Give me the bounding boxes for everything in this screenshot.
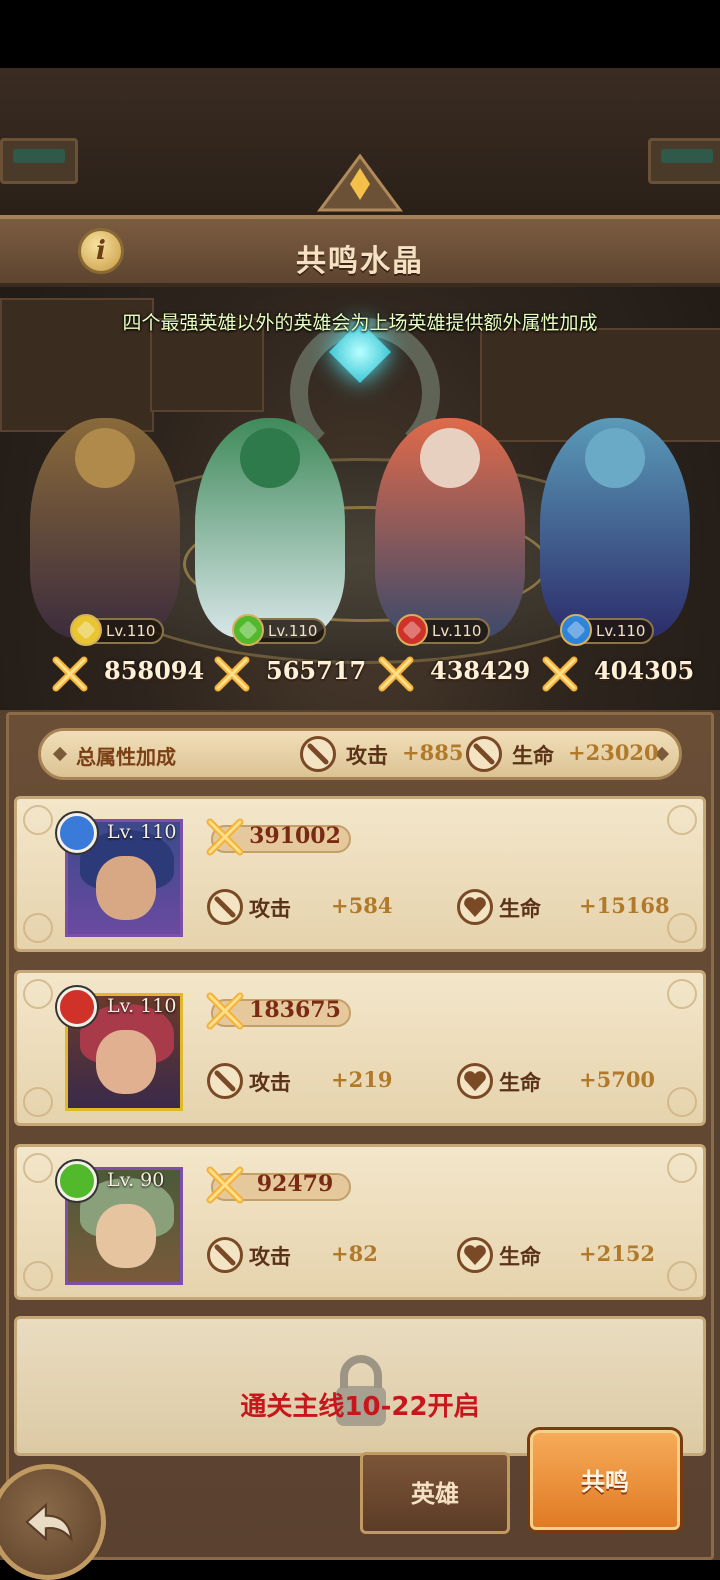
nature-faction-gem-icon <box>232 614 264 646</box>
total-bonus-label: 总属性加成 <box>76 745 176 769</box>
hero-4-power: 404305 <box>594 656 695 685</box>
hero-level: Lv. 110 <box>107 821 177 843</box>
hero-figure-4[interactable] <box>540 418 690 638</box>
attack-sword-icon <box>207 889 243 925</box>
page-subtitle: 四个最强英雄以外的英雄会为上场英雄提供额外属性加成 <box>122 312 598 334</box>
page-title: 共鸣水晶 <box>296 244 424 279</box>
support-hero-card-1[interactable]: Lv. 110 391002 攻击 +584 生命 +15168 <box>14 796 706 952</box>
hp-label: 生命 <box>499 1245 541 1269</box>
attack-sword-icon <box>207 1237 243 1273</box>
back-button[interactable] <box>0 1464 106 1580</box>
tab-heroes-label[interactable]: 英雄 <box>360 1474 510 1509</box>
light-faction-gem-icon <box>70 614 102 646</box>
nature-faction-gem-icon <box>57 1161 97 1201</box>
attack-value: +82 <box>331 1241 378 1266</box>
total-hp-value: +23020 <box>568 740 659 765</box>
attack-sword-icon <box>207 1063 243 1099</box>
crossed-swords-icon <box>214 656 250 692</box>
attack-value: +219 <box>331 1067 393 1092</box>
crossed-swords-icon <box>542 656 578 692</box>
crossed-swords-icon <box>52 656 88 692</box>
heart-icon <box>457 889 493 925</box>
hero-power: 391002 <box>249 823 341 849</box>
hero-2-power: 565717 <box>266 656 367 685</box>
wall-lamp-right <box>648 138 720 184</box>
fire-faction-gem-icon <box>57 987 97 1027</box>
water-faction-gem-icon <box>57 813 97 853</box>
attack-label: 攻击 <box>249 1071 291 1095</box>
hero-1-power: 858094 <box>104 656 205 685</box>
attack-label: 攻击 <box>249 1245 291 1269</box>
water-faction-gem-icon <box>560 614 592 646</box>
attack-value: +584 <box>331 893 393 918</box>
hp-value: +2152 <box>579 1241 656 1266</box>
hp-value: +5700 <box>579 1067 656 1092</box>
hp-value: +15168 <box>579 893 670 918</box>
heart-icon <box>457 1063 493 1099</box>
diamond-ornament-icon <box>52 746 68 762</box>
crossed-swords-icon <box>378 656 414 692</box>
support-hero-card-2[interactable]: Lv. 110 183675 攻击 +219 生命 +5700 <box>14 970 706 1126</box>
hero-3-power: 438429 <box>430 656 531 685</box>
attack-sword-icon <box>466 736 502 772</box>
heart-icon <box>457 1237 493 1273</box>
unlock-requirement-text: 通关主线10-22开启 <box>240 1392 480 1422</box>
status-bar-area <box>0 0 720 68</box>
total-attack-value: +885 <box>402 740 464 765</box>
attack-sword-icon <box>300 736 336 772</box>
hp-label: 生命 <box>499 1071 541 1095</box>
hero-level: Lv. 110 <box>107 995 177 1017</box>
hero-figure-3[interactable] <box>375 418 525 638</box>
back-arrow-icon <box>25 1502 73 1543</box>
hp-label: 生命 <box>499 897 541 921</box>
total-hp-label: 生命 <box>512 744 554 768</box>
total-attack-label: 攻击 <box>346 744 388 768</box>
hero-figure-1[interactable] <box>30 418 180 638</box>
hero-power: 92479 <box>256 1171 334 1197</box>
hero-figure-2[interactable] <box>195 418 345 638</box>
hero-level: Lv. 90 <box>107 1169 165 1191</box>
wall-lamp-left <box>0 138 78 184</box>
tab-resonance-label[interactable]: 共鸣 <box>530 1462 680 1497</box>
hero-power: 183675 <box>249 997 341 1023</box>
info-button[interactable]: i <box>78 228 124 274</box>
fire-faction-gem-icon <box>396 614 428 646</box>
support-hero-card-3[interactable]: Lv. 90 92479 攻击 +82 生命 +2152 <box>14 1144 706 1300</box>
attack-label: 攻击 <box>249 897 291 921</box>
